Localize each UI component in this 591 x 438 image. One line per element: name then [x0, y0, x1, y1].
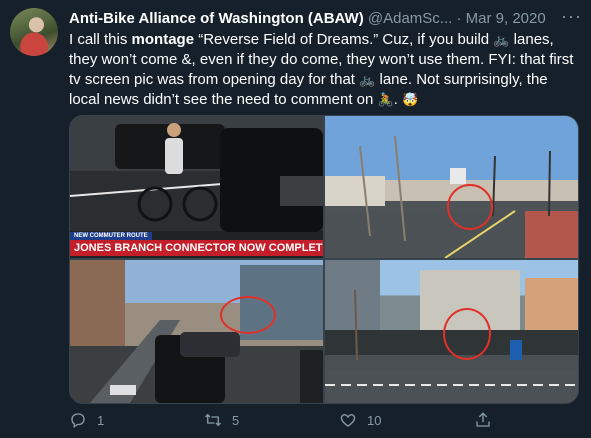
like-button[interactable]: 10 [339, 408, 381, 432]
bicycle-emoji-icon: 🚲 [493, 32, 510, 47]
cyclist-emoji-icon: 🚴 [377, 92, 394, 107]
tweet-text-bold: montage [131, 31, 195, 48]
like-count: 10 [367, 412, 382, 428]
tweet-text-part: . [393, 91, 403, 108]
highlight-circle [447, 184, 493, 230]
news-ticker-label: NEW COMMUTER ROUTE [70, 232, 152, 240]
tweet-text-part: I call this [69, 31, 132, 48]
author-name[interactable]: Anti-Bike Alliance of Washington (ABAW) [69, 10, 364, 27]
news-headline-banner: JONES BRANCH CONNECTOR NOW COMPLETE IN T… [70, 240, 323, 256]
avatar[interactable] [10, 8, 58, 56]
bicycle-emoji-icon: 🚲 [359, 72, 376, 87]
retweet-count: 5 [232, 412, 240, 428]
tweet-text: I call this montage “Reverse Field of Dr… [69, 30, 577, 110]
media-grid[interactable]: NEW COMMUTER ROUTE JONES BRANCH CONNECTO… [69, 115, 579, 404]
street-photo-scene [325, 135, 578, 258]
separator-dot: · [456, 10, 462, 27]
media-photo-news[interactable]: NEW COMMUTER ROUTE JONES BRANCH CONNECTO… [70, 116, 323, 258]
highlight-circle [443, 308, 491, 360]
tweet[interactable]: Anti-Bike Alliance of Washington (ABAW) … [0, 0, 591, 438]
tweet-actions: 1 5 10 [69, 408, 577, 432]
tweet-date[interactable]: Mar 9, 2020 [466, 10, 546, 27]
reply-icon [71, 413, 85, 429]
tweet-text-part: “Reverse Field of Dreams.” Cuz, if you b… [194, 31, 494, 48]
author-handle[interactable]: @AdamSc... [368, 10, 452, 27]
bike-lane-photo-scene [70, 260, 323, 403]
media-photo-bike-lane[interactable] [70, 260, 323, 403]
retweet-icon [205, 413, 221, 427]
reply-button[interactable]: 1 [69, 408, 104, 432]
reply-count: 1 [97, 412, 105, 428]
highlight-circle [220, 296, 276, 334]
heart-icon [340, 414, 356, 427]
media-photo-intersection[interactable] [325, 260, 578, 403]
more-options-icon[interactable]: ··· [561, 7, 581, 28]
share-button[interactable] [474, 408, 492, 432]
media-photo-street[interactable] [325, 116, 578, 258]
retweet-button[interactable]: 5 [204, 408, 239, 432]
tweet-header: Anti-Bike Alliance of Washington (ABAW) … [69, 9, 579, 29]
exploding-head-emoji-icon: 🤯 [402, 92, 419, 107]
share-icon [476, 412, 490, 427]
